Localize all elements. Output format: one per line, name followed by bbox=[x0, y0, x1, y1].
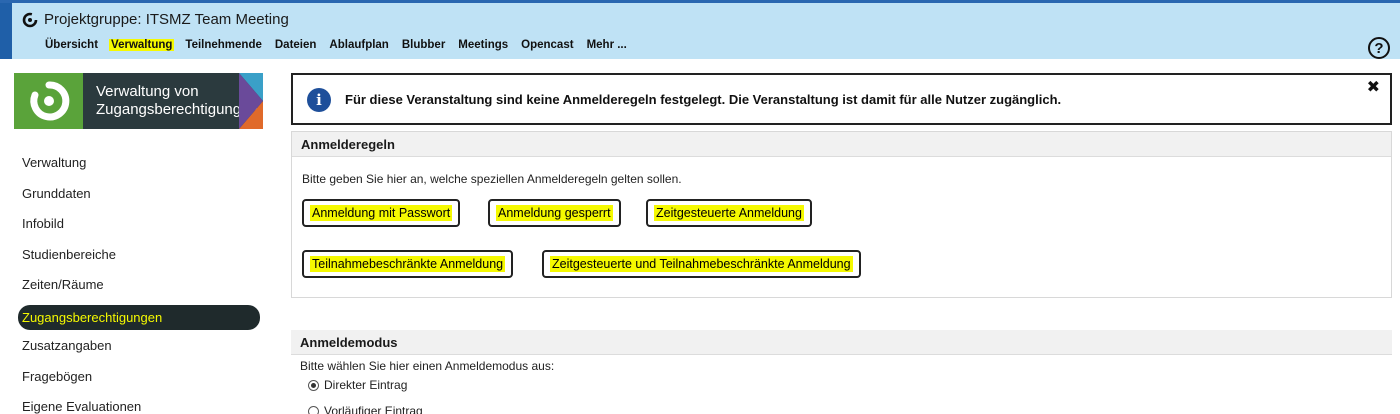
modus-section-title: Anmeldemodus bbox=[291, 330, 1392, 355]
sidebar-item-zeiten-raeume[interactable]: Zeiten/Räume bbox=[22, 276, 141, 307]
info-icon: i bbox=[307, 88, 331, 112]
rule-locked-label: Anmeldung gesperrt bbox=[496, 205, 613, 221]
studip-ring-icon bbox=[29, 81, 69, 121]
sidebar-item-verwaltung[interactable]: Verwaltung bbox=[22, 154, 141, 185]
banner-line-2: Zugangsberechtigungen bbox=[96, 101, 258, 118]
modus-description: Bitte wählen Sie hier einen Anmeldemodus… bbox=[300, 359, 555, 373]
sidebar-item-zugangsberechtigungen[interactable]: Zugangsberechtigungen bbox=[18, 304, 260, 330]
modus-option-direct[interactable]: Direkter Eintrag bbox=[308, 378, 407, 392]
nav-blubber[interactable]: Blubber bbox=[402, 39, 445, 51]
sidebar-item-eigene-evaluationen[interactable]: Eigene Evaluationen bbox=[22, 398, 141, 414]
rules-panel: Anmelderegeln Bitte geben Sie hier an, w… bbox=[291, 131, 1392, 298]
nav-dateien[interactable]: Dateien bbox=[275, 39, 317, 51]
nav-meetings[interactable]: Meetings bbox=[458, 39, 508, 51]
rule-timed-limited-label: Zeitgesteuerte und Teilnahmebeschränkte … bbox=[550, 256, 853, 272]
sidebar-banner: Verwaltung von Zugangsberechtigungen bbox=[14, 73, 263, 129]
info-message: i Für diese Veranstaltung sind keine Anm… bbox=[291, 73, 1392, 125]
sidebar-item-zugang-wrapper: Zugangsberechtigungen bbox=[18, 304, 260, 338]
rule-timed-button[interactable]: Zeitgesteuerte Anmeldung bbox=[646, 199, 812, 227]
rules-panel-title: Anmelderegeln bbox=[292, 132, 1391, 157]
sidebar-item-infobild[interactable]: Infobild bbox=[22, 215, 141, 246]
course-title: Projektgruppe: ITSMZ Team Meeting bbox=[22, 11, 289, 28]
modus-option-preliminary[interactable]: Vorläufiger Eintrag bbox=[308, 404, 423, 414]
nav-ablaufplan[interactable]: Ablaufplan bbox=[329, 39, 388, 51]
nav-opencast[interactable]: Opencast bbox=[521, 39, 573, 51]
nav-verwaltung[interactable]: Verwaltung bbox=[109, 39, 175, 51]
rule-password-button[interactable]: Anmeldung mit Passwort bbox=[302, 199, 461, 227]
header-accent-bar bbox=[0, 3, 12, 59]
rule-limited-button[interactable]: Teilnahmebeschränkte Anmeldung bbox=[302, 250, 514, 278]
sidebar-item-zusatzangaben[interactable]: Zusatzangaben bbox=[22, 337, 141, 368]
nav-teilnehmende[interactable]: Teilnehmende bbox=[185, 39, 261, 51]
course-header: Projektgruppe: ITSMZ Team Meeting Übersi… bbox=[0, 0, 1400, 59]
sidebar-item-grunddaten[interactable]: Grunddaten bbox=[22, 185, 141, 216]
close-icon[interactable]: ✖ bbox=[1367, 77, 1380, 97]
banner-title: Verwaltung von Zugangsberechtigungen bbox=[96, 83, 258, 119]
help-icon[interactable]: ? bbox=[1368, 37, 1390, 59]
course-title-text: Projektgruppe: ITSMZ Team Meeting bbox=[44, 11, 289, 28]
studip-logo-icon bbox=[22, 12, 38, 27]
banner-decoration-icon bbox=[239, 73, 263, 129]
course-nav: Übersicht Verwaltung Teilnehmende Dateie… bbox=[45, 39, 640, 51]
sidebar-item-frageboegen[interactable]: Fragebögen bbox=[22, 368, 141, 399]
modus-option-preliminary-label: Vorläufiger Eintrag bbox=[324, 404, 423, 414]
banner-logo-icon bbox=[14, 73, 83, 129]
rules-description: Bitte geben Sie hier an, welche speziell… bbox=[302, 172, 682, 186]
modus-option-direct-label: Direkter Eintrag bbox=[324, 378, 408, 392]
radio-preliminary[interactable] bbox=[308, 405, 319, 414]
rule-password-label: Anmeldung mit Passwort bbox=[310, 205, 453, 221]
nav-uebersicht[interactable]: Übersicht bbox=[45, 39, 98, 51]
rule-limited-label: Teilnahmebeschränkte Anmeldung bbox=[310, 256, 506, 272]
sidebar-nav: Verwaltung Grunddaten Infobild Studienbe… bbox=[18, 154, 260, 414]
rule-timed-limited-button[interactable]: Zeitgesteuerte und Teilnahmebeschränkte … bbox=[542, 250, 861, 278]
rule-timed-label: Zeitgesteuerte Anmeldung bbox=[654, 205, 804, 221]
radio-direct[interactable] bbox=[308, 379, 319, 391]
sidebar-item-studienbereiche[interactable]: Studienbereiche bbox=[22, 246, 141, 277]
info-message-text: Für diese Veranstaltung sind keine Anmel… bbox=[345, 92, 1062, 107]
banner-line-1: Verwaltung von bbox=[96, 83, 199, 100]
nav-mehr[interactable]: Mehr ... bbox=[587, 39, 627, 51]
rule-locked-button[interactable]: Anmeldung gesperrt bbox=[488, 199, 621, 227]
